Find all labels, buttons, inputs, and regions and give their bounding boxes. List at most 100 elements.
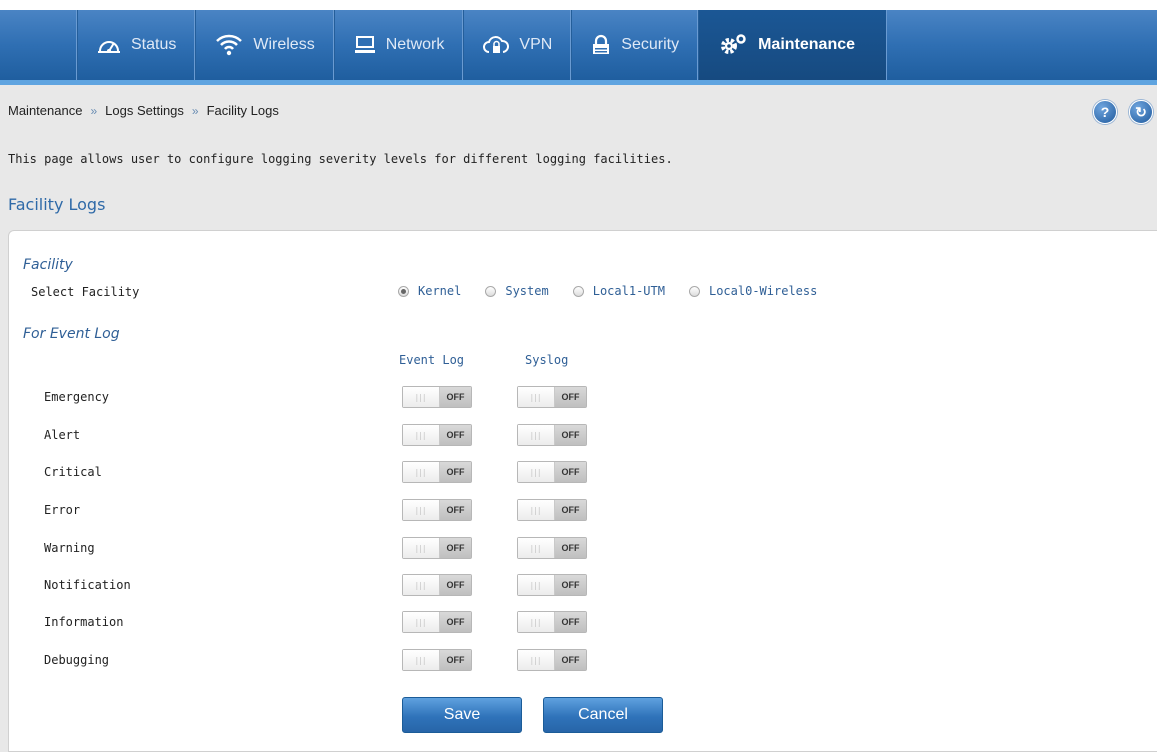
toggle-state: OFF [440,500,471,520]
radio-local1-utm-label: Local1-UTM [592,284,665,298]
toggle-alert-event-log[interactable]: ||| OFF [402,424,472,446]
toggle-state: OFF [440,575,471,595]
toggle-grip: ||| [403,462,440,482]
cloud-lock-icon [483,34,510,56]
nav-network-label: Network [385,36,445,53]
severity-label-alert: Alert [44,428,81,442]
top-navigation-bar: Status Wireless Network VPN Security Mai… [0,0,1157,85]
toggle-state: OFF [440,612,471,632]
nav-menu: Status Wireless Network VPN Security Mai… [76,10,888,80]
breadcrumb: Maintenance » Logs Settings » Facility Logs [8,103,279,118]
radio-local0-wireless-label: Local0-Wireless [708,284,818,298]
toggle-grip: ||| [518,612,555,632]
select-facility-label: Select Facility [31,285,140,299]
toggle-state: OFF [440,425,471,445]
dashboard-gauge-icon [97,35,121,55]
radio-local0-wireless-dot[interactable] [688,285,700,297]
radio-kernel[interactable]: Kernel [398,284,461,298]
nav-security[interactable]: Security [570,10,697,80]
toggle-emergency-event-log[interactable]: ||| OFF [402,386,472,408]
nav-status[interactable]: Status [76,10,194,80]
radio-local1-utm-dot[interactable] [572,285,584,297]
toggle-error-event-log[interactable]: ||| OFF [402,499,472,521]
radio-kernel-dot[interactable] [398,285,409,297]
radio-local1-utm[interactable]: Local1-UTM [572,284,665,298]
toggle-state: OFF [555,650,586,670]
toggle-state: OFF [555,612,586,632]
severity-label-information: Information [44,615,124,629]
facility-group-title: Facility [23,257,73,273]
severity-label-notification: Notification [44,578,131,592]
refresh-icon: ↻ [1135,103,1147,120]
toggle-grip: ||| [518,462,555,482]
save-button[interactable]: Save [402,697,522,733]
refresh-button[interactable]: ↻ [1129,100,1153,124]
breadcrumb-separator: » [191,104,199,118]
severity-label-error: Error [44,503,81,517]
toggle-grip: ||| [518,538,555,558]
monitor-icon [354,35,376,55]
nav-vpn[interactable]: VPN [462,10,570,80]
toggle-emergency-syslog[interactable]: ||| OFF [517,386,587,408]
toggle-warning-syslog[interactable]: ||| OFF [517,537,587,559]
toggle-error-syslog[interactable]: ||| OFF [517,499,587,521]
toggle-notification-syslog[interactable]: ||| OFF [517,574,587,596]
page-title: Facility Logs [8,195,106,214]
nav-maintenance-label: Maintenance [758,36,856,53]
toggle-grip: ||| [403,500,440,520]
toggle-grip: ||| [518,500,555,520]
toggle-state: OFF [555,425,586,445]
nav-security-label: Security [621,36,680,53]
toggle-notification-event-log[interactable]: ||| OFF [402,574,472,596]
toggle-debugging-event-log[interactable]: ||| OFF [402,649,472,671]
severity-label-critical: Critical [44,465,102,479]
toggle-grip: ||| [403,575,440,595]
toggle-state: OFF [440,538,471,558]
toggle-state: OFF [555,538,586,558]
toggle-state: OFF [555,387,586,407]
toggle-alert-syslog[interactable]: ||| OFF [517,424,587,446]
toggle-grip: ||| [518,575,555,595]
toggle-warning-event-log[interactable]: ||| OFF [402,537,472,559]
nav-wireless-label: Wireless [253,36,315,53]
question-mark-icon: ? [1100,104,1110,120]
toggle-state: OFF [555,500,586,520]
nav-network[interactable]: Network [332,10,463,80]
severity-label-emergency: Emergency [44,390,110,404]
padlock-icon [591,34,611,56]
toggle-debugging-syslog[interactable]: ||| OFF [517,649,587,671]
nav-wireless[interactable]: Wireless [194,10,332,80]
toggle-information-event-log[interactable]: ||| OFF [402,611,472,633]
severity-label-debugging: Debugging [44,653,110,667]
page-description: This page allows user to configure loggi… [8,152,673,166]
radio-system[interactable]: System [485,284,549,298]
toggle-grip: ||| [403,612,440,632]
wifi-icon [215,33,243,57]
column-header-syslog: Syslog [525,353,569,367]
radio-kernel-label: Kernel [418,284,462,298]
toggle-grip: ||| [403,425,440,445]
toggle-grip: ||| [518,425,555,445]
gears-icon [718,33,748,57]
toggle-state: OFF [440,650,471,670]
nav-status-label: Status [131,36,177,53]
breadcrumb-item-logs-settings[interactable]: Logs Settings [105,103,184,118]
toggle-grip: ||| [518,650,555,670]
radio-system-dot[interactable] [485,285,497,297]
toggle-grip: ||| [403,538,440,558]
toggle-critical-syslog[interactable]: ||| OFF [517,461,587,483]
severity-label-warning: Warning [44,541,95,555]
breadcrumb-separator: » [90,104,98,118]
toggle-state: OFF [555,462,586,482]
toggle-state: OFF [440,387,471,407]
help-button[interactable]: ? [1093,100,1117,124]
breadcrumb-item-facility-logs: Facility Logs [206,103,279,118]
cancel-button[interactable]: Cancel [543,697,663,733]
nav-maintenance[interactable]: Maintenance [697,10,888,80]
radio-local0-wireless[interactable]: Local0-Wireless [688,284,818,298]
toggle-information-syslog[interactable]: ||| OFF [517,611,587,633]
breadcrumb-item-maintenance[interactable]: Maintenance [8,103,82,118]
toggle-critical-event-log[interactable]: ||| OFF [402,461,472,483]
column-header-event-log: Event Log [399,353,465,367]
toggle-grip: ||| [518,387,555,407]
